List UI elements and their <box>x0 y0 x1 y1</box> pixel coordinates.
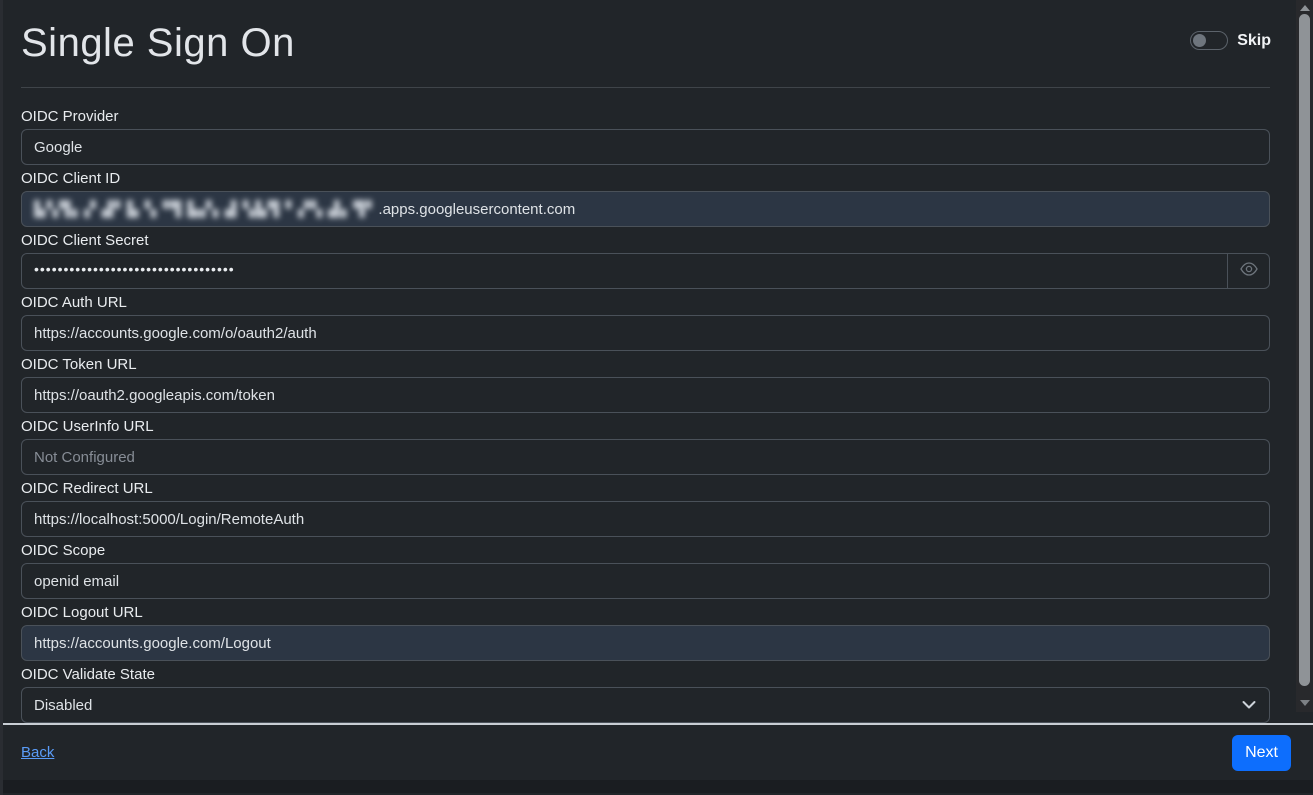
form-field-oidc-client-secret: OIDC Client Secret ••••••••••••••••••••••… <box>21 232 1270 289</box>
oidc-token-url-label: OIDC Token URL <box>21 356 1270 374</box>
oidc-logout-url-label: OIDC Logout URL <box>21 604 1270 622</box>
chevron-down-icon <box>1242 697 1256 714</box>
oidc-client-secret-input[interactable]: •••••••••••••••••••••••••••••••••• <box>21 253 1270 289</box>
form-field-oidc-client-id: OIDC Client ID ▙▚▜▖▞ ▟▘▙ ▚▝▜ ▙▞▖▟ ▚▙▜ ▘▞▚… <box>21 170 1270 227</box>
oidc-client-id-redacted-blob: ▙▚▜▖▞ ▟▘▙ ▚▝▜ ▙▞▖▟ ▚▙▜ ▘▞▚ ▟▖▜▘ <box>34 200 378 218</box>
oidc-provider-value: Google <box>34 139 82 156</box>
vertical-scrollbar[interactable] <box>1296 0 1313 712</box>
form-field-oidc-auth-url: OIDC Auth URL https://accounts.google.com… <box>21 294 1270 351</box>
page-header: Single Sign On <box>21 0 1270 88</box>
oidc-client-id-input[interactable]: ▙▚▜▖▞ ▟▘▙ ▚▝▜ ▙▞▖▟ ▚▙▜ ▘▞▚ ▟▖▜▘.apps.goo… <box>21 191 1270 227</box>
page-title: Single Sign On <box>21 19 1270 68</box>
oidc-client-id-visible-suffix: .apps.googleusercontent.com <box>378 201 575 218</box>
window-left-edge <box>0 0 3 795</box>
toggle-knob <box>1193 34 1206 47</box>
scrollbar-thumb[interactable] <box>1299 14 1310 686</box>
title-divider <box>21 87 1270 88</box>
oidc-validate-state-label: OIDC Validate State <box>21 666 1270 684</box>
window-bottom-strip <box>0 780 1313 793</box>
wizard-footer: Back Next <box>0 723 1313 795</box>
oidc-settings-form: OIDC Provider Google OIDC Client ID ▙▚▜▖▞ ▟… <box>21 108 1270 723</box>
oidc-validate-state-selected-value: Disabled <box>34 697 92 714</box>
oidc-auth-url-label: OIDC Auth URL <box>21 294 1270 312</box>
oidc-auth-url-input[interactable]: https://accounts.google.com/o/oauth2/aut… <box>21 315 1270 351</box>
form-field-oidc-validate-state: OIDC Validate State Disabled <box>21 666 1270 723</box>
next-button[interactable]: Next <box>1232 735 1291 771</box>
form-field-oidc-userinfo-url: OIDC UserInfo URL Not Configured <box>21 418 1270 475</box>
skip-control: Skip <box>1190 31 1271 50</box>
sso-settings-panel: Single Sign On OIDC Provider Google OIDC C… <box>0 0 1313 723</box>
back-link[interactable]: Back <box>21 744 54 761</box>
oidc-provider-input[interactable]: Google <box>21 129 1270 165</box>
oidc-auth-url-value: https://accounts.google.com/o/oauth2/aut… <box>34 325 317 342</box>
oidc-userinfo-url-input[interactable]: Not Configured <box>21 439 1270 475</box>
oidc-scope-value: openid email <box>34 573 119 590</box>
skip-toggle[interactable] <box>1190 31 1228 50</box>
form-field-oidc-logout-url: OIDC Logout URL https://accounts.google.c… <box>21 604 1270 661</box>
form-field-oidc-provider: OIDC Provider Google <box>21 108 1270 165</box>
oidc-validate-state-select[interactable]: Disabled <box>21 687 1270 723</box>
skip-label: Skip <box>1237 32 1271 50</box>
oidc-client-id-label: OIDC Client ID <box>21 170 1270 188</box>
oidc-token-url-value: https://oauth2.googleapis.com/token <box>34 387 275 404</box>
oidc-redirect-url-input[interactable]: https://localhost:5000/Login/RemoteAuth <box>21 501 1270 537</box>
oidc-redirect-url-value: https://localhost:5000/Login/RemoteAuth <box>34 511 304 528</box>
oidc-scope-label: OIDC Scope <box>21 542 1270 560</box>
oidc-provider-label: OIDC Provider <box>21 108 1270 126</box>
oidc-userinfo-url-label: OIDC UserInfo URL <box>21 418 1270 436</box>
oidc-client-secret-masked-value: •••••••••••••••••••••••••••••••••• <box>34 262 235 276</box>
oidc-redirect-url-label: OIDC Redirect URL <box>21 480 1270 498</box>
oidc-scope-input[interactable]: openid email <box>21 563 1270 599</box>
form-field-oidc-scope: OIDC Scope openid email <box>21 542 1270 599</box>
reveal-secret-button[interactable] <box>1227 254 1269 288</box>
oidc-logout-url-value: https://accounts.google.com/Logout <box>34 635 271 652</box>
form-field-oidc-redirect-url: OIDC Redirect URL https://localhost:5000/… <box>21 480 1270 537</box>
scroll-up-arrow[interactable] <box>1300 5 1310 11</box>
oidc-userinfo-url-placeholder: Not Configured <box>34 449 135 466</box>
scroll-down-arrow[interactable] <box>1300 700 1310 706</box>
oidc-logout-url-input[interactable]: https://accounts.google.com/Logout <box>21 625 1270 661</box>
oidc-client-secret-value[interactable]: •••••••••••••••••••••••••••••••••• <box>22 254 1227 288</box>
oidc-client-secret-label: OIDC Client Secret <box>21 232 1270 250</box>
oidc-token-url-input[interactable]: https://oauth2.googleapis.com/token <box>21 377 1270 413</box>
footer-bar: Back Next <box>0 723 1313 780</box>
form-field-oidc-token-url: OIDC Token URL https://oauth2.googleapis.… <box>21 356 1270 413</box>
eye-icon <box>1240 262 1258 280</box>
